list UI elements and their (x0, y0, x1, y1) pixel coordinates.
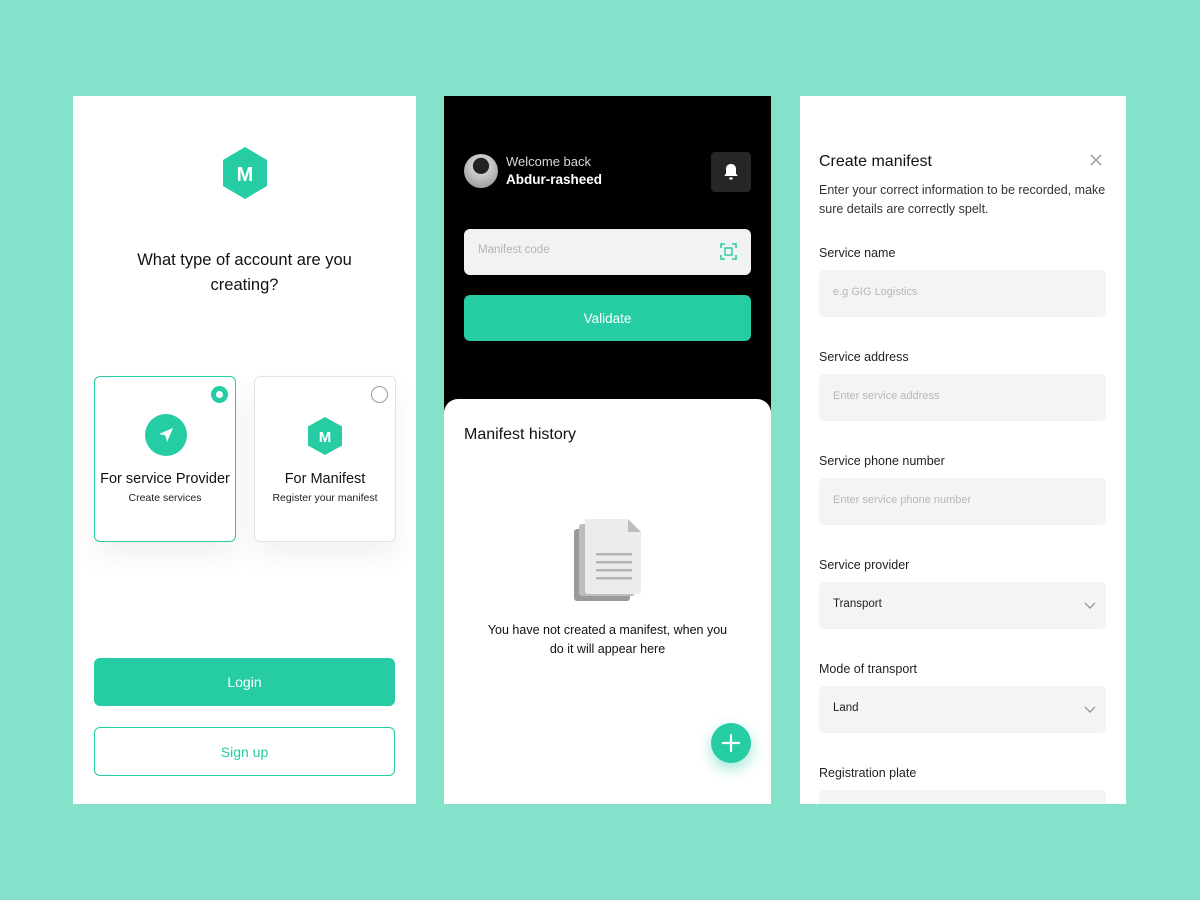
account-type-screen: M What type of account are you creating?… (73, 96, 416, 804)
transport-mode-value: Land (833, 702, 859, 714)
service-address-input[interactable]: Enter service address (819, 374, 1106, 421)
service-provider-select[interactable]: Transport (819, 582, 1106, 629)
login-button[interactable]: Login (94, 658, 395, 706)
manifest-code-input[interactable]: Manifest code (464, 229, 751, 275)
account-type-question: What type of account are you creating? (137, 251, 352, 294)
service-name-input[interactable]: e.g GIG Logistics (819, 270, 1106, 317)
service-provider-label: Service provider (819, 558, 910, 572)
avatar[interactable] (464, 154, 498, 188)
manifest-card[interactable]: M For Manifest Register your manifest (254, 376, 396, 542)
registration-plate-input[interactable] (819, 790, 1106, 804)
create-manifest-screen: Create manifest Enter your correct infor… (800, 96, 1126, 804)
chevron-down-icon (1084, 706, 1096, 713)
logo-letter: M (237, 164, 254, 186)
navigation-arrow-icon (145, 414, 187, 456)
form-title: Create manifest (819, 153, 932, 170)
registration-plate-label: Registration plate (819, 766, 917, 780)
service-phone-input[interactable]: Enter service phone number (819, 478, 1106, 525)
service-name-placeholder: e.g GIG Logistics (833, 286, 918, 298)
transport-mode-label: Mode of transport (819, 662, 917, 676)
card-subtitle: Create services (128, 492, 202, 504)
document-icon (574, 519, 641, 601)
signup-button[interactable]: Sign up (94, 727, 395, 776)
app-logo: M (221, 146, 269, 200)
transport-mode-select[interactable]: Land (819, 686, 1106, 733)
scan-icon[interactable] (720, 243, 737, 260)
service-name-label: Service name (819, 246, 896, 260)
validate-button[interactable]: Validate (464, 295, 751, 341)
service-address-placeholder: Enter service address (833, 390, 940, 402)
bell-icon (724, 164, 738, 180)
dashboard-screen: Welcome back Abdur-rasheed Manifest code… (444, 96, 771, 804)
card-title: For service Provider (100, 471, 230, 487)
service-provider-value: Transport (833, 598, 882, 610)
close-icon[interactable] (1090, 154, 1102, 166)
plus-icon (721, 733, 741, 753)
history-title: Manifest history (464, 426, 577, 443)
service-address-label: Service address (819, 350, 909, 364)
notifications-button[interactable] (711, 152, 751, 192)
card-subtitle: Register your manifest (272, 492, 378, 504)
chevron-down-icon (1084, 602, 1096, 609)
add-manifest-button[interactable] (711, 723, 751, 763)
manifest-code-placeholder: Manifest code (478, 244, 550, 256)
manifest-history-panel: Manifest history You have not created a … (444, 399, 771, 804)
service-phone-label: Service phone number (819, 454, 945, 468)
welcome-text: Welcome back (506, 154, 592, 169)
radio-unselected[interactable] (371, 386, 388, 403)
radio-selected[interactable] (211, 386, 228, 403)
card-title: For Manifest (284, 471, 366, 487)
service-phone-placeholder: Enter service phone number (833, 494, 972, 506)
svg-text:M: M (319, 429, 332, 446)
empty-state-message: You have not created a manifest, when yo… (487, 623, 728, 656)
service-provider-card[interactable]: For service Provider Create services (94, 376, 236, 542)
username: Abdur-rasheed (506, 172, 603, 187)
m-hexagon-icon: M (307, 416, 343, 456)
form-description: Enter your correct information to be rec… (819, 183, 1106, 216)
